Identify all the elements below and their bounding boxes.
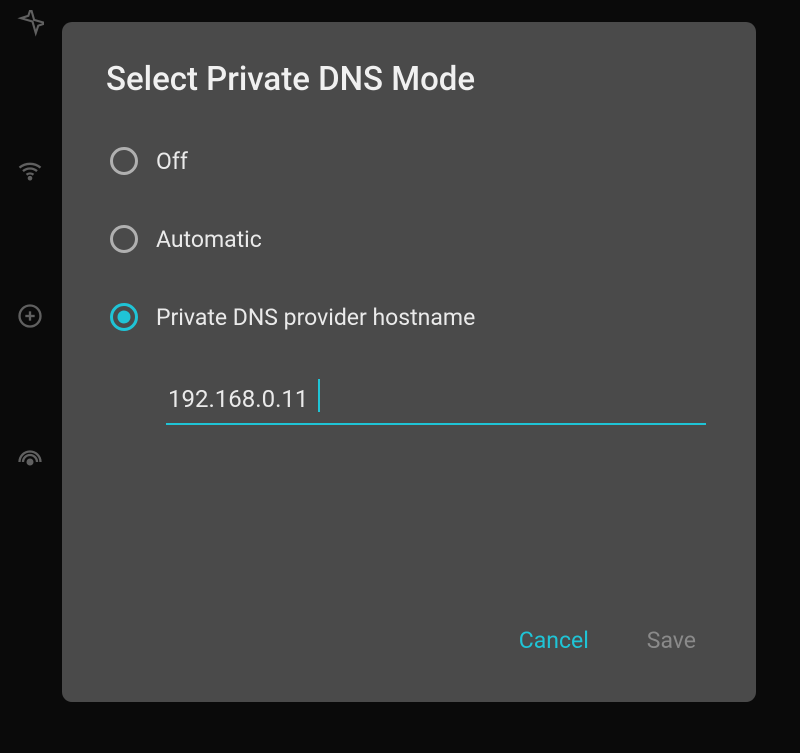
text-cursor: [318, 379, 320, 412]
airplane-icon: [16, 10, 44, 38]
hostname-input-container: [166, 379, 706, 425]
radio-icon: [110, 147, 138, 175]
radio-label-hostname: Private DNS provider hostname: [156, 304, 475, 331]
data-saver-icon: [16, 302, 44, 330]
dns-mode-radio-group: Off Automatic Private DNS provider hostn…: [106, 147, 712, 331]
hostname-input[interactable]: [166, 379, 706, 425]
dialog-actions: Cancel Save: [106, 591, 712, 660]
radio-option-automatic[interactable]: Automatic: [110, 225, 712, 253]
radio-icon: [110, 225, 138, 253]
radio-label-automatic: Automatic: [156, 226, 262, 253]
background-settings-icons: [0, 0, 60, 753]
private-dns-dialog: Select Private DNS Mode Off Automatic Pr…: [62, 22, 756, 702]
hotspot-icon: [16, 448, 44, 476]
dialog-title: Select Private DNS Mode: [106, 60, 712, 99]
radio-icon-selected: [110, 303, 138, 331]
radio-option-off[interactable]: Off: [110, 147, 712, 175]
cancel-button[interactable]: Cancel: [515, 621, 593, 660]
radio-option-hostname[interactable]: Private DNS provider hostname: [110, 303, 712, 331]
save-button[interactable]: Save: [643, 621, 700, 660]
radio-label-off: Off: [156, 148, 188, 175]
wifi-icon: [16, 156, 44, 184]
